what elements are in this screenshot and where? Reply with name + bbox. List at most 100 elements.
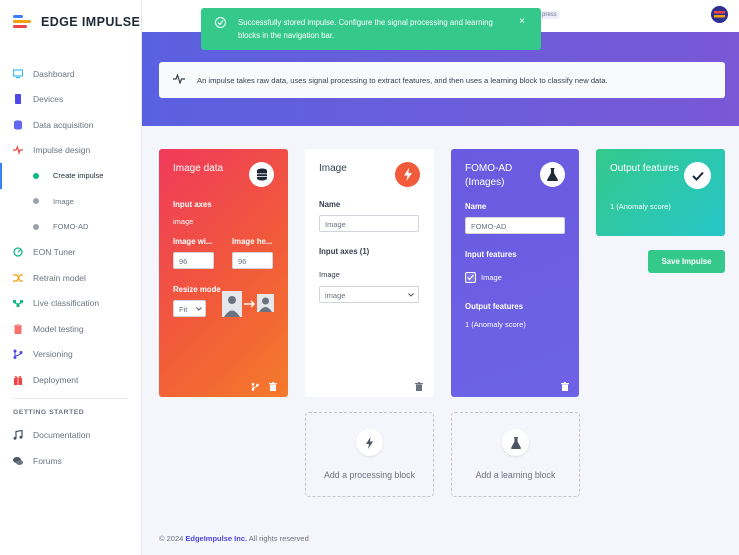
learning-name-input[interactable]: FOMO-AD [465, 217, 565, 234]
processing-name-input[interactable]: Image [319, 215, 419, 232]
sidebar-item-eon-tuner[interactable]: EON Tuner [0, 240, 141, 266]
footer-copyright: © 2024 [159, 534, 186, 543]
sidebar-item-label: FOMO-AD [53, 222, 89, 232]
device-icon [13, 94, 23, 105]
check-icon [684, 162, 711, 189]
name-label: Name [319, 200, 341, 209]
footer-company-link[interactable]: EdgeImpulse Inc. [185, 534, 247, 543]
output-features-value: 1 (Anomaly score) [610, 202, 671, 211]
input-axes-label: Input axes (1) [319, 247, 370, 256]
sidebar-item-dashboard[interactable]: Dashboard [0, 61, 141, 87]
sidebar-item-label: Documentation [33, 430, 91, 441]
sidebar-item-retrain-model[interactable]: Retrain model [0, 265, 141, 291]
input-features-label: Input features [465, 250, 517, 259]
resize-mode-select[interactable]: Fit [173, 300, 206, 317]
name-label: Name [465, 202, 487, 211]
resize-mode-value: Fit [179, 305, 188, 314]
image-height-label: Image he... [232, 237, 273, 246]
sidebar-item-devices[interactable]: Devices [0, 87, 141, 113]
dot-icon [33, 223, 39, 230]
trash-icon[interactable] [561, 378, 569, 396]
sidebar-item-forums[interactable]: Forums [0, 448, 141, 474]
chevron-down-icon [196, 305, 202, 314]
shuffle-icon [13, 273, 23, 283]
sidebar-item-impulse-design[interactable]: Impulse design [0, 138, 141, 164]
sidebar-subitem-image[interactable]: Image [0, 189, 141, 215]
trash-icon[interactable] [415, 378, 423, 396]
processing-block-card: Image Name Image Input axes (1) Image im… [305, 149, 434, 397]
sidebar-item-deployment[interactable]: Deployment [0, 367, 141, 393]
image-width-label: Image wi... [173, 237, 213, 246]
sidebar-item-label: Create impulse [53, 171, 104, 181]
press-tag: press [540, 11, 559, 19]
bolt-icon [356, 429, 383, 456]
branch-icon[interactable] [251, 378, 259, 396]
chat-icon [13, 456, 23, 466]
learning-block-card: FOMO-AD (Images) Name FOMO-AD Input feat… [451, 149, 579, 397]
sidebar-item-label: Dashboard [33, 68, 75, 79]
card-title: Image data [173, 163, 224, 174]
success-toast: Successfully stored impulse. Configure t… [201, 8, 541, 50]
database-icon [13, 120, 23, 130]
impulse-info-text: An impulse takes raw data, uses signal p… [197, 75, 608, 85]
sidebar-subitem-fomo-ad[interactable]: FOMO-AD [0, 214, 141, 240]
card-title: Image [319, 163, 347, 174]
image-data-card: Image data Input axes image Image wi... … [159, 149, 288, 397]
chevron-down-icon [408, 291, 414, 300]
sidebar-item-label: Impulse design [33, 145, 91, 156]
add-learning-block[interactable]: Add a learning block [451, 412, 580, 497]
sidebar-item-label: Versioning [33, 349, 73, 360]
sidebar-subitem-create-impulse[interactable]: Create impulse [0, 163, 141, 189]
edge-impulse-logo[interactable]: EDGE IMPULSE [13, 14, 140, 30]
save-impulse-button[interactable]: Save Impulse [648, 250, 725, 273]
output-features-value: 1 (Anomaly score) [465, 320, 526, 329]
output-features-card: Output features 1 (Anomaly score) [596, 149, 725, 236]
logo-icon [13, 14, 35, 30]
sidebar-item-data-acquisition[interactable]: Data acquisition [0, 112, 141, 138]
sidebar-item-label: Forums [33, 455, 62, 466]
input-axes-value: image [173, 217, 194, 226]
music-icon [13, 430, 23, 441]
sidebar-item-label: Data acquisition [33, 119, 94, 130]
input-axes-item: Image [319, 270, 340, 279]
pulse-icon [13, 145, 23, 156]
sidebar-item-documentation[interactable]: Documentation [0, 423, 141, 449]
bolt-icon [395, 162, 420, 187]
pulse-icon [173, 73, 185, 86]
input-axes-select[interactable]: image [319, 286, 419, 303]
dot-icon [33, 198, 39, 205]
input-feature-checkbox[interactable] [465, 272, 476, 283]
sidebar-item-label: Live classification [33, 298, 100, 309]
toast-message: Successfully stored impulse. Configure t… [238, 18, 493, 40]
image-width-input[interactable]: 96 [173, 252, 214, 269]
image-height-input[interactable]: 96 [232, 252, 273, 269]
add-learning-label: Add a learning block [475, 470, 556, 480]
gift-icon [13, 375, 23, 385]
sidebar-item-label: Deployment [33, 374, 79, 385]
sidebar: EDGE IMPULSE Dashboard Devices Data acqu… [0, 0, 142, 555]
sidebar-item-live-classification[interactable]: Live classification [0, 291, 141, 317]
avatar[interactable] [711, 6, 728, 23]
tuner-icon [13, 247, 23, 257]
branch-icon [13, 349, 23, 360]
input-axes-select-value: image [325, 291, 346, 300]
sidebar-item-versioning[interactable]: Versioning [0, 342, 141, 368]
impulse-info-bar: An impulse takes raw data, uses signal p… [159, 62, 725, 98]
footer-rights: All rights reserved [247, 534, 309, 543]
flask-icon [502, 429, 529, 456]
add-processing-block[interactable]: Add a processing block [305, 412, 434, 497]
sidebar-divider [13, 397, 128, 399]
sidebar-item-label: Model testing [33, 323, 84, 334]
output-features-label: Output features [465, 302, 524, 311]
footer: © 2024 EdgeImpulse Inc. All rights reser… [159, 534, 309, 543]
close-icon[interactable]: × [519, 15, 525, 28]
sidebar-item-model-testing[interactable]: Model testing [0, 316, 141, 342]
card-title: Output features [610, 163, 679, 174]
live-icon [13, 298, 23, 308]
trash-icon[interactable] [269, 378, 277, 396]
sidebar-section-title: GETTING STARTED [13, 408, 85, 416]
sidebar-item-label: Retrain model [33, 272, 86, 283]
flask-icon [540, 162, 565, 187]
sidebar-item-label: EON Tuner [33, 247, 76, 258]
clipboard-icon [13, 323, 23, 334]
